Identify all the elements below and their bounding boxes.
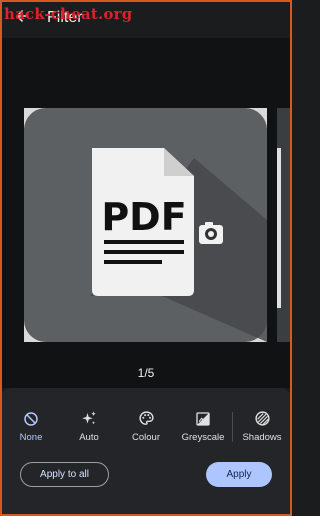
filter-shadows[interactable]: Shadows xyxy=(240,410,284,443)
preview-area[interactable]: PDF xyxy=(0,38,292,388)
palette-icon xyxy=(138,410,155,430)
filter-auto-label: Auto xyxy=(79,432,99,443)
filter-auto[interactable]: Auto xyxy=(70,410,108,443)
page-counter: 1/5 xyxy=(137,366,155,380)
filter-none[interactable]: None xyxy=(12,410,50,443)
document-preview[interactable]: PDF xyxy=(24,108,267,342)
shadows-icon xyxy=(254,410,271,430)
filter-sheet: None Auto Colour Greyscale Shadows Apply… xyxy=(0,388,292,516)
greyscale-icon xyxy=(195,411,211,430)
filter-colour[interactable]: Colour xyxy=(126,410,166,443)
filter-none-label: None xyxy=(19,432,43,443)
none-icon xyxy=(23,411,39,430)
filter-divider xyxy=(232,412,233,442)
pdf-document-illustration: PDF xyxy=(24,108,267,342)
camera-icon xyxy=(199,222,223,244)
next-page-preview[interactable] xyxy=(277,108,292,342)
filter-greyscale[interactable]: Greyscale xyxy=(178,410,228,443)
filter-list: None Auto Colour Greyscale Shadows xyxy=(0,410,292,450)
filter-greyscale-label: Greyscale xyxy=(181,432,225,443)
filter-shadows-label: Shadows xyxy=(242,432,282,443)
watermark-text: hack-cheat.org xyxy=(4,5,133,23)
apply-to-all-button[interactable]: Apply to all xyxy=(20,462,109,487)
apply-button[interactable]: Apply xyxy=(206,462,272,487)
sparkle-icon xyxy=(80,410,98,431)
filter-colour-label: Colour xyxy=(132,432,160,443)
pdf-label: PDF xyxy=(101,195,186,239)
